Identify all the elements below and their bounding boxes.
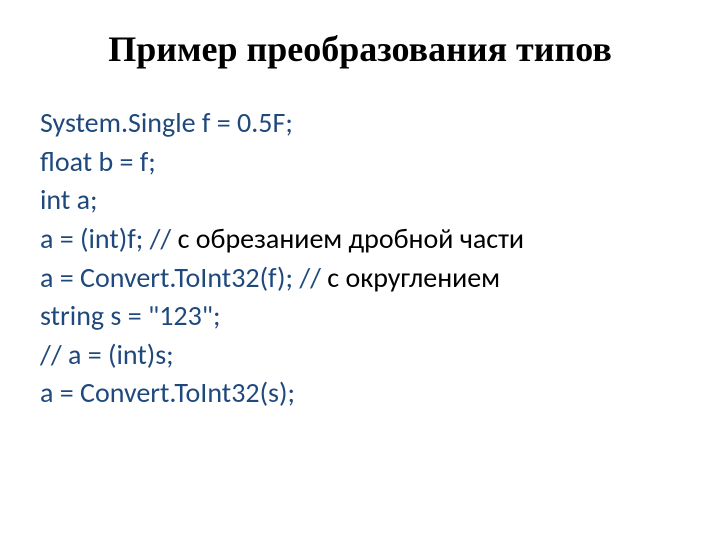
code-text: a = (int)f; //: [40, 221, 178, 256]
code-line: System.Single f = 0.5F;: [40, 104, 680, 143]
code-line: // a = (int)s;: [40, 336, 680, 375]
code-comment: с обрезанием дробной части: [178, 221, 524, 256]
code-line: float b = f;: [40, 143, 680, 182]
code-block: System.Single f = 0.5F; float b = f; int…: [40, 104, 680, 413]
code-text: a = Convert.ToInt32(f); //: [40, 260, 327, 295]
code-line: string s = "123";: [40, 297, 680, 336]
slide-title: Пример преобразования типов: [40, 28, 680, 70]
code-line: a = Convert.ToInt32(f); // с округлением: [40, 259, 680, 298]
code-line: a = (int)f; // с обрезанием дробной част…: [40, 220, 680, 259]
code-comment: с округлением: [327, 260, 500, 295]
code-line: a = Convert.ToInt32(s);: [40, 374, 680, 413]
code-line: int a;: [40, 181, 680, 220]
